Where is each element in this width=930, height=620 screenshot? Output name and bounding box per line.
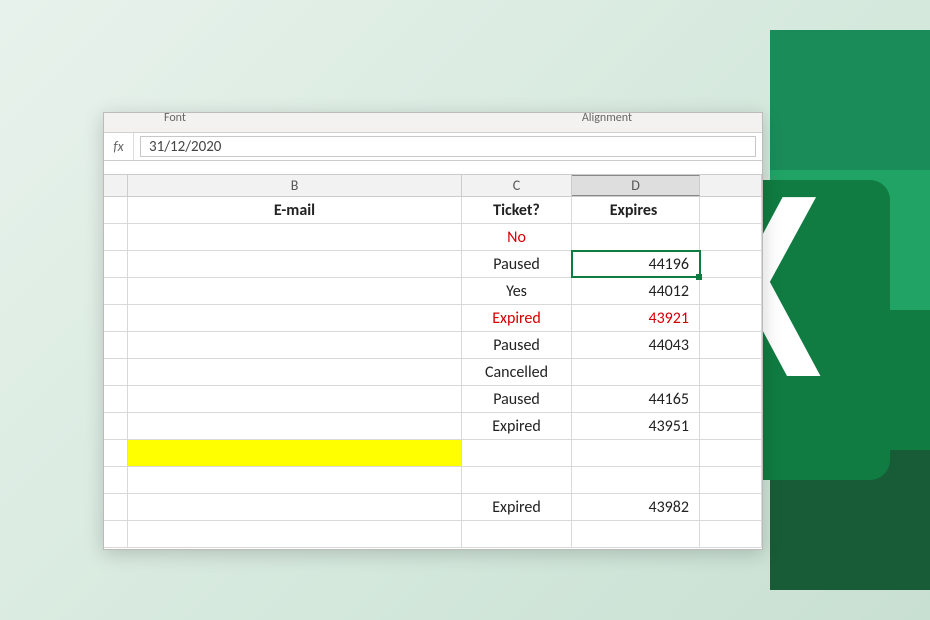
table-row: Expired43921 <box>104 305 762 332</box>
cell-expires[interactable] <box>572 224 700 250</box>
col-header-corner[interactable] <box>104 175 128 196</box>
ribbon-group-font: Font <box>164 112 186 125</box>
cell-email[interactable] <box>128 224 462 250</box>
row-gutter[interactable] <box>104 332 128 358</box>
cell-ticket[interactable]: Cancelled <box>462 359 572 385</box>
cell-email[interactable] <box>128 413 462 439</box>
cell-expires[interactable]: 43951 <box>572 413 700 439</box>
row-gutter[interactable] <box>104 467 128 493</box>
cell-email[interactable] <box>128 359 462 385</box>
col-header-c[interactable]: C <box>462 175 572 196</box>
cell-ticket[interactable] <box>462 440 572 466</box>
cell-email[interactable] <box>128 278 462 304</box>
row-gutter[interactable] <box>104 386 128 412</box>
cell-expires[interactable]: 43982 <box>572 494 700 520</box>
cell-email[interactable] <box>128 251 462 277</box>
cell-ticket[interactable]: Paused <box>462 386 572 412</box>
header-email[interactable]: E-mail <box>128 197 462 223</box>
col-header-rest <box>700 175 762 196</box>
row-gutter[interactable] <box>104 413 128 439</box>
cell-ticket[interactable]: Expired <box>462 494 572 520</box>
cell-email[interactable] <box>128 494 462 520</box>
row-gutter[interactable] <box>104 521 128 547</box>
ribbon-bar: Font Alignment <box>104 113 762 133</box>
cell-expires[interactable] <box>572 359 700 385</box>
fx-icon[interactable]: fx <box>104 133 134 160</box>
cell-email[interactable] <box>128 332 462 358</box>
table-row: Paused44196 <box>104 251 762 278</box>
cell-expires[interactable]: 44165 <box>572 386 700 412</box>
cell-expires[interactable]: 44043 <box>572 332 700 358</box>
cell-ticket[interactable]: No <box>462 224 572 250</box>
cell-email[interactable] <box>128 440 462 466</box>
cell-expires[interactable] <box>572 467 700 493</box>
row-gutter[interactable] <box>104 359 128 385</box>
cell-email[interactable] <box>128 521 462 547</box>
cell-ticket[interactable]: Expired <box>462 305 572 331</box>
header-expires[interactable]: Expires <box>572 197 700 223</box>
cell-ticket[interactable]: Yes <box>462 278 572 304</box>
cell-ticket[interactable]: Paused <box>462 251 572 277</box>
ribbon-group-alignment: Alignment <box>582 112 632 125</box>
col-header-d[interactable]: D <box>572 175 700 196</box>
table-row: Paused44043 <box>104 332 762 359</box>
table-row: No <box>104 224 762 251</box>
cell-ticket[interactable] <box>462 521 572 547</box>
col-header-b[interactable]: B <box>128 175 462 196</box>
table-row <box>104 467 762 494</box>
grid: E-mail Ticket? Expires NoPaused44196Yes4… <box>104 197 762 548</box>
cell-expires[interactable]: 44196 <box>572 251 700 277</box>
cell-ticket[interactable] <box>462 467 572 493</box>
table-row <box>104 521 762 548</box>
cell-email[interactable] <box>128 386 462 412</box>
row-gutter[interactable] <box>104 251 128 277</box>
row-gutter[interactable] <box>104 224 128 250</box>
row-gutter[interactable] <box>104 305 128 331</box>
cell-expires[interactable]: 44012 <box>572 278 700 304</box>
row-gutter[interactable] <box>104 440 128 466</box>
fill-handle[interactable] <box>696 274 702 280</box>
row-gutter[interactable] <box>104 197 128 223</box>
table-row: Paused44165 <box>104 386 762 413</box>
cell-ticket[interactable]: Paused <box>462 332 572 358</box>
excel-window: Font Alignment fx 31/12/2020 B C D E-mai… <box>103 112 763 550</box>
cell-email[interactable] <box>128 467 462 493</box>
cell-expires[interactable] <box>572 521 700 547</box>
table-row <box>104 440 762 467</box>
cell-email[interactable] <box>128 305 462 331</box>
formula-bar: fx 31/12/2020 <box>104 133 762 161</box>
row-gutter[interactable] <box>104 494 128 520</box>
formula-input[interactable]: 31/12/2020 <box>140 136 756 157</box>
table-row: Yes44012 <box>104 278 762 305</box>
table-header-row: E-mail Ticket? Expires <box>104 197 762 224</box>
table-row: Cancelled <box>104 359 762 386</box>
cell-expires[interactable]: 43921 <box>572 305 700 331</box>
cell-ticket[interactable]: Expired <box>462 413 572 439</box>
spacer-row <box>104 161 762 175</box>
column-header-row: B C D <box>104 175 762 197</box>
cell-expires[interactable] <box>572 440 700 466</box>
header-ticket[interactable]: Ticket? <box>462 197 572 223</box>
row-gutter[interactable] <box>104 278 128 304</box>
table-row: Expired43982 <box>104 494 762 521</box>
table-row: Expired43951 <box>104 413 762 440</box>
